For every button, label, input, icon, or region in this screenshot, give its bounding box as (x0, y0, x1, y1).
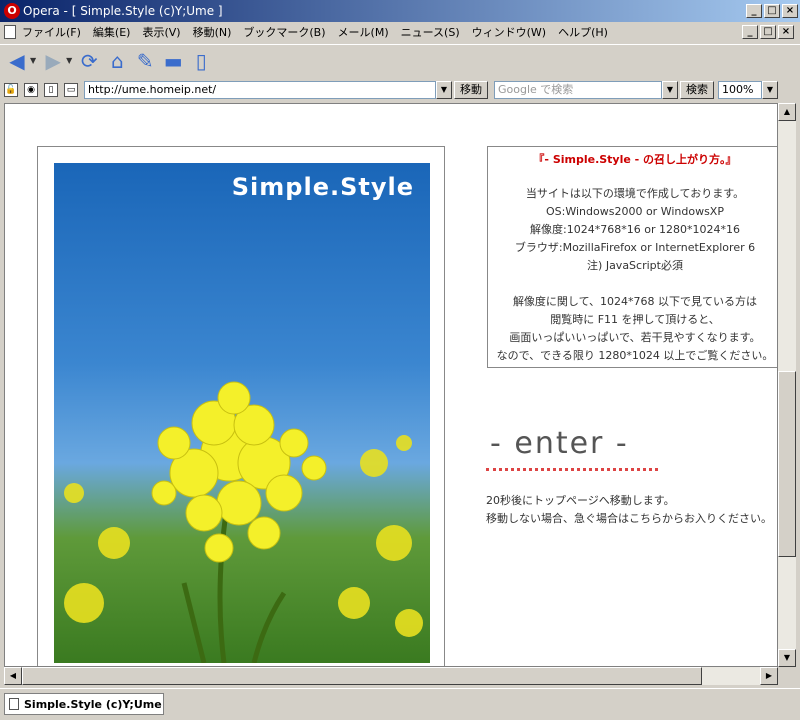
flower-illustration (64, 381, 423, 663)
zoom-dropdown-icon[interactable]: ▼ (762, 81, 778, 99)
scroll-down-icon[interactable]: ▼ (778, 649, 796, 667)
page-tab[interactable]: Simple.Style (c)Y;Ume (4, 693, 164, 715)
menu-edit[interactable]: 編集(E) (93, 24, 131, 40)
print-icon[interactable]: ▬ (162, 49, 184, 73)
forward-icon[interactable]: ▶ (42, 49, 64, 73)
document-info-icon[interactable]: ▯ (44, 83, 58, 97)
minimize-button[interactable]: _ (746, 4, 762, 18)
menu-bookmarks[interactable]: ブックマーク(B) (243, 24, 325, 40)
menu-help[interactable]: ヘルプ(H) (558, 24, 608, 40)
back-icon[interactable]: ◀ (6, 49, 28, 73)
reload-icon[interactable]: ⟳ (78, 49, 100, 73)
photo-frame: Simple.Style (37, 146, 445, 666)
info-line: 当サイトは以下の環境で作成しております。 (525, 187, 745, 200)
scroll-up-icon[interactable]: ▲ (778, 103, 796, 121)
enter-link[interactable]: - enter - (490, 426, 629, 461)
opera-icon: O (4, 3, 20, 19)
page-tab-bar: Simple.Style (c)Y;Ume (0, 688, 800, 720)
info-line: 解像度:1024*768*16 or 1280*1024*16 (530, 223, 740, 236)
forward-dropdown-icon[interactable]: ▼ (66, 56, 72, 65)
info-line: 画面いっぱいいっぱいで、若干見やすくなります。 (509, 331, 761, 344)
enter-divider (486, 468, 658, 471)
title-bar: O Opera - [ Simple.Style (c)Y;Ume ] _ □ … (0, 0, 800, 22)
menu-file[interactable]: ファイル(F) (22, 24, 81, 40)
search-input[interactable]: Google で検索 (494, 81, 662, 99)
vertical-scrollbar[interactable]: ▲ ▼ (778, 103, 796, 667)
document-icon (4, 25, 16, 39)
menu-view[interactable]: 表示(V) (142, 24, 180, 40)
url-input[interactable]: http://ume.homeip.net/ (84, 81, 436, 99)
url-dropdown-icon[interactable]: ▼ (436, 81, 452, 99)
info-line: 閲覧時に F11 を押して頂けると、 (550, 313, 720, 326)
window-title: Opera - [ Simple.Style (c)Y;Ume ] (23, 4, 223, 18)
info-box: 『- Simple.Style - の召し上がり方。』 当サイトは以下の環境で作… (487, 146, 777, 368)
horizontal-scroll-thumb[interactable] (22, 667, 702, 685)
horizontal-scrollbar[interactable]: ◀ ▶ (4, 667, 778, 685)
go-button[interactable]: 移動 (454, 81, 488, 99)
scroll-left-icon[interactable]: ◀ (4, 667, 22, 685)
zoom-select[interactable]: 100% (718, 81, 762, 99)
info-heading: 『- Simple.Style - の召し上がり方。』 (533, 153, 737, 166)
info-line: ブラウザ:MozillaFirefox or InternetExplorer … (514, 241, 756, 254)
menu-bar: ファイル(F) 編集(E) 表示(V) 移動(N) ブックマーク(B) メール(… (0, 22, 800, 42)
doc-restore-button[interactable]: □ (760, 25, 776, 39)
page-icon[interactable]: ▯ (190, 49, 212, 73)
info-line (488, 275, 777, 293)
close-button[interactable]: × (782, 4, 798, 18)
page-tab-label: Simple.Style (c)Y;Ume (24, 697, 162, 711)
search-dropdown-icon[interactable]: ▼ (662, 81, 678, 99)
info-line: 解像度に関して、1024*768 以下で見ている方は (512, 295, 758, 308)
doc-close-button[interactable]: × (778, 25, 794, 39)
info-line: 注) JavaScript必須 (587, 259, 683, 272)
menu-navigate[interactable]: 移動(N) (193, 24, 232, 40)
maximize-button[interactable]: □ (764, 4, 780, 18)
info-line: OS:Windows2000 or WindowsXP (546, 205, 724, 218)
home-icon[interactable]: ⌂ (106, 49, 128, 73)
back-dropdown-icon[interactable]: ▼ (30, 56, 36, 65)
rapeseed-flower-photo: Simple.Style (54, 163, 430, 663)
navigation-toolbar: ◀ ▼ ▶ ▼ ⟳ ⌂ ✎ ▬ ▯ (0, 44, 800, 76)
security-icon[interactable]: ◉ (24, 83, 38, 97)
menu-news[interactable]: ニュース(S) (401, 24, 460, 40)
menu-mail[interactable]: メール(M) (338, 24, 389, 40)
address-bar: 🔓 ◉ ▯ ▭ http://ume.homeip.net/ ▼ 移動 Goog… (0, 79, 800, 101)
search-button[interactable]: 検索 (680, 81, 714, 99)
vertical-scroll-thumb[interactable] (778, 371, 796, 557)
redirect-message: 20秒後にトップページへ移動します。 移動しない場合、急ぐ場合はこちらからお入り… (486, 492, 772, 528)
redirect-link[interactable]: 移動しない場合、急ぐ場合はこちらからお入りください。 (486, 510, 772, 528)
bookmarks-icon[interactable]: ✎ (134, 49, 156, 73)
site-logo: Simple.Style (231, 173, 414, 201)
print-preview-icon[interactable]: ▭ (64, 83, 78, 97)
info-line: なので、できる限り 1280*1024 以上でご覧ください。 (496, 349, 774, 362)
scroll-right-icon[interactable]: ▶ (760, 667, 778, 685)
lock-icon[interactable]: 🔓 (4, 83, 18, 97)
menu-window[interactable]: ウィンドウ(W) (472, 24, 546, 40)
redirect-line: 20秒後にトップページへ移動します。 (486, 494, 675, 507)
page-tab-icon (9, 698, 19, 710)
page-viewport: Simple.Style 『- Simple.Style - の召し上がり方。』… (4, 103, 778, 667)
info-line (488, 167, 777, 185)
doc-minimize-button[interactable]: _ (742, 25, 758, 39)
